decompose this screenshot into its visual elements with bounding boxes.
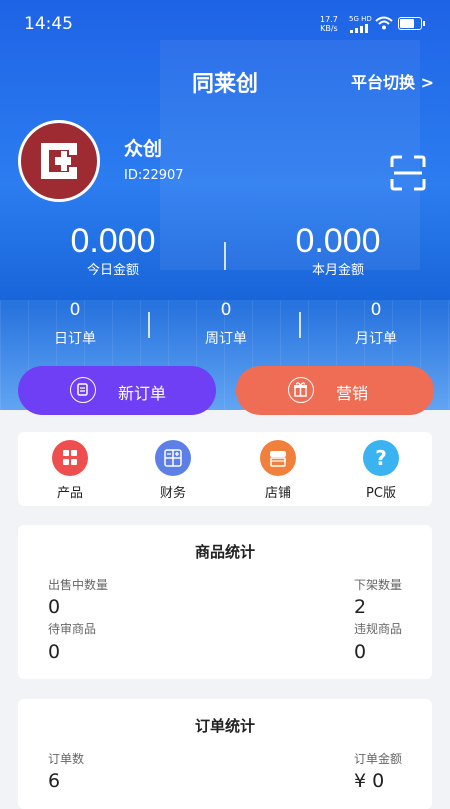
platform-switch-button[interactable]: 平台切换 > [351, 69, 434, 93]
network-speed: 17.7 KB/s [320, 15, 338, 33]
divider [148, 312, 150, 338]
quick-item-label: 产品 [56, 486, 83, 501]
gift-icon [288, 377, 314, 403]
quick-item-label: 店铺 [264, 486, 291, 501]
network-speed-unit: KB/s [320, 24, 338, 33]
quick-item-label: 财务 [159, 486, 186, 501]
weekly-orders-label: 周订单 [205, 331, 247, 347]
daily-orders-value: 0 [69, 300, 81, 320]
order-count-value[interactable]: 6 [48, 770, 60, 792]
today-amount: 0.000 今日金额 [13, 222, 213, 278]
store-icon [260, 440, 296, 476]
monthly-orders-label: 月订单 [355, 331, 397, 347]
order-count-label: 订单数 [48, 752, 85, 766]
quick-item-products[interactable]: 产品 [30, 440, 110, 501]
off-shelf-value[interactable]: 2 [354, 596, 366, 618]
order-stats-card: 订单统计 订单数 6 订单金额 ¥ 0 [18, 699, 432, 809]
question-icon: ? [363, 440, 399, 476]
goods-stats-card: 商品统计 出售中数量 0 下架数量 2 待审商品 0 违规商品 0 [18, 525, 432, 679]
order-amount-value[interactable]: ¥ 0 [354, 770, 384, 792]
weekly-orders-value: 0 [220, 300, 232, 320]
violation-value[interactable]: 0 [354, 641, 366, 663]
marketing-label: 营销 [336, 384, 369, 403]
order-amount-label: 订单金额 [353, 752, 402, 766]
shop-name: 众创 [124, 138, 163, 160]
month-amount-label: 本月金额 [311, 263, 364, 278]
monthly-orders-value: 0 [370, 300, 382, 320]
today-amount-value: 0.000 [70, 222, 156, 260]
order-stats-title: 订单统计 [194, 717, 255, 735]
status-time: 14:45 [24, 14, 73, 34]
shop-avatar[interactable] [18, 120, 100, 202]
status-bar: 14:45 17.7 KB/s 5G HD [0, 0, 450, 48]
grid-icon [52, 440, 88, 476]
month-amount-value: 0.000 [295, 222, 381, 260]
quick-menu: 产品 财务 店铺 ? PC版 [18, 432, 432, 506]
quick-item-finance[interactable]: 财务 [133, 440, 213, 501]
shop-id: ID:22907 [124, 168, 184, 183]
daily-orders-label: 日订单 [54, 331, 96, 347]
network-speed-value: 17.7 [320, 15, 338, 24]
battery-icon [398, 17, 425, 30]
pending-value[interactable]: 0 [48, 641, 60, 663]
signal-icon [350, 24, 368, 33]
quick-item-store[interactable]: 店铺 [238, 440, 318, 501]
violation-label: 违规商品 [353, 622, 402, 636]
weekly-orders[interactable]: 0 周订单 [166, 300, 286, 348]
quick-item-label: PC版 [366, 486, 396, 501]
on-sale-label: 出售中数量 [48, 578, 109, 592]
divider [299, 312, 301, 338]
month-amount: 0.000 本月金额 [238, 222, 438, 278]
wifi-icon [375, 16, 393, 30]
quick-item-pc[interactable]: ? PC版 [341, 440, 421, 501]
marketing-button[interactable]: 营销 [236, 366, 434, 415]
off-shelf-label: 下架数量 [353, 578, 402, 592]
pending-label: 待审商品 [48, 622, 97, 636]
on-sale-value[interactable]: 0 [48, 596, 60, 618]
daily-orders[interactable]: 0 日订单 [15, 300, 135, 348]
new-order-button[interactable]: 新订单 [18, 366, 216, 415]
monthly-orders[interactable]: 0 月订单 [316, 300, 436, 348]
calculator-icon [155, 440, 191, 476]
scan-icon[interactable] [390, 155, 426, 191]
divider [224, 242, 226, 270]
new-order-label: 新订单 [118, 384, 167, 403]
header-banner [0, 0, 450, 410]
network-type: 5G HD [349, 15, 372, 23]
svg-text:?: ? [375, 446, 387, 470]
order-icon [70, 377, 96, 403]
goods-stats-title: 商品统计 [194, 543, 255, 561]
logo-icon [41, 143, 77, 179]
today-amount-label: 今日金额 [86, 263, 139, 278]
